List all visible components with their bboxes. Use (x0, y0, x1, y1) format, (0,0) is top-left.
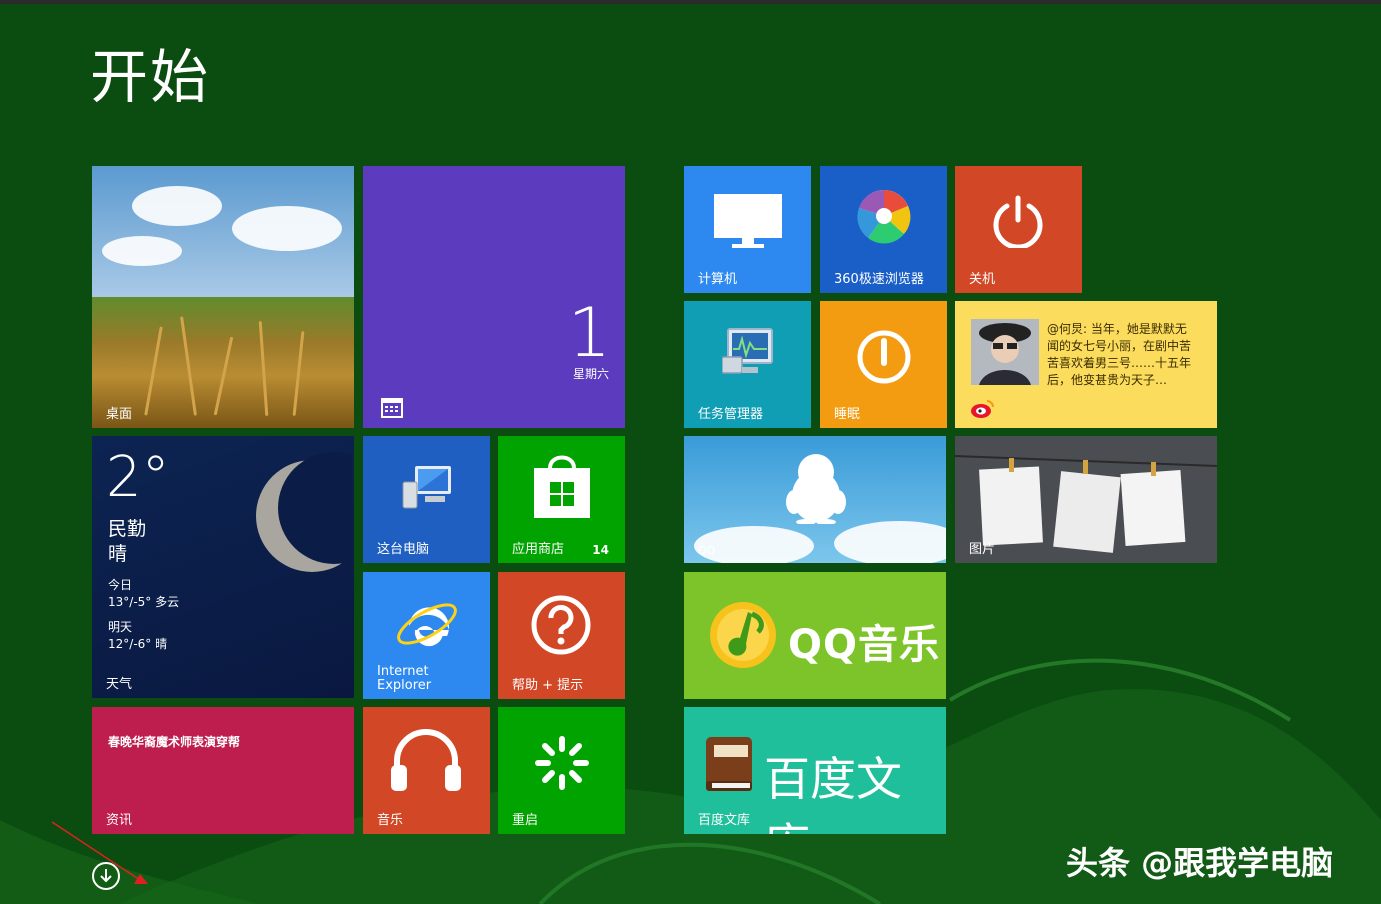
cloud-shape (834, 521, 946, 563)
desktop-label: 桌面 (106, 407, 133, 422)
this-pc-icon (402, 466, 451, 509)
help-label: 帮助 + 提示 (512, 678, 584, 693)
computer-label: 计算机 (698, 272, 738, 287)
task-manager-icon (722, 328, 773, 374)
thispc-label: 这台电脑 (377, 542, 430, 557)
qqmusic-tile[interactable]: QQ音乐 (684, 572, 946, 699)
weather-tomorrow-range: 12°/-6° 晴 (108, 637, 168, 651)
internet-explorer-icon (397, 603, 457, 647)
cloud-shape (232, 206, 342, 251)
weather-tomorrow-label: 明天 (108, 620, 133, 634)
calendar-icon (381, 398, 403, 418)
thispc-tile[interactable]: 这台电脑 (363, 436, 490, 563)
weather-temperature: 2° (106, 445, 170, 510)
weather-today-range: 13°/-5° 多云 (108, 595, 180, 609)
qq-tile[interactable]: QQ (684, 436, 946, 563)
photos-tile[interactable]: 图片 (955, 436, 1217, 563)
taskmanager-tile[interactable]: 任务管理器 (684, 301, 811, 428)
start-title: 开始 (90, 43, 211, 111)
moon-icon (256, 452, 352, 572)
taskmanager-label: 任务管理器 (698, 407, 764, 422)
music-label: 音乐 (377, 813, 404, 828)
weibo-tile[interactable]: @何炅: 当年，她是默默无闻的女七号小丽，在剧中苦苦喜欢着男三号……十五年后，他… (955, 301, 1217, 428)
store-tile[interactable]: 应用商店 14 (498, 436, 625, 563)
restart-tile[interactable]: 重启 (498, 707, 625, 834)
music-tile[interactable]: 音乐 (363, 707, 490, 834)
qq-music-icon (710, 602, 776, 668)
watermark-text: 头条 @跟我学电脑 (1066, 844, 1334, 882)
cloud-shape (132, 186, 222, 226)
sleep-tile[interactable]: 睡眠 (820, 301, 947, 428)
store-update-count: 14 (592, 543, 609, 557)
power-icon (993, 195, 1043, 248)
shutdown-label: 关机 (969, 272, 996, 287)
photos-label: 图片 (969, 542, 996, 557)
avatar (971, 319, 1039, 385)
calendar-weekday: 星期六 (572, 367, 609, 381)
help-tile[interactable]: 帮助 + 提示 (498, 572, 625, 699)
weather-today-label: 今日 (108, 578, 133, 592)
qq-penguin-icon (786, 454, 846, 524)
weather-condition: 晴 (108, 543, 128, 565)
calendar-tile[interactable]: 1 星期六 (363, 166, 625, 428)
qq-label: QQ (698, 544, 716, 557)
store-label: 应用商店 (512, 542, 565, 557)
calendar-date: 1 (567, 294, 611, 373)
ie-label-line1: Internet (377, 664, 429, 679)
news-headline: 春晚华裔魔术师表演穿帮 (108, 735, 241, 749)
headphones-icon (391, 729, 461, 791)
weibo-icon (971, 400, 994, 418)
browser-360-icon (857, 189, 911, 244)
weather-tile[interactable]: 2° 民勤 晴 今日 13°/-5° 多云 明天 12°/-6° 晴 天气 (92, 436, 354, 698)
browser360-tile[interactable]: 360极速浏览器 (820, 166, 947, 293)
ie-label-line2: Explorer (377, 678, 432, 693)
baidu-label: 百度文库 (698, 813, 751, 828)
ie-tile[interactable]: Internet Explorer (363, 572, 490, 699)
sleep-label: 睡眠 (834, 407, 861, 422)
browser360-label: 360极速浏览器 (834, 272, 924, 287)
help-icon (531, 595, 591, 655)
weather-city: 民勤 (108, 518, 147, 540)
annotation-arrow (51, 821, 148, 884)
sleep-icon (857, 330, 911, 384)
baidu-title: 百度文库 (764, 752, 902, 834)
cloud-shape (102, 236, 182, 266)
weibo-post-text: @何炅: 当年，她是默默无闻的女七号小丽，在剧中苦苦喜欢着男三号……十五年后，他… (1047, 322, 1192, 387)
qqmusic-title: QQ音乐 (788, 622, 941, 668)
shutdown-tile[interactable]: 关机 (955, 166, 1082, 293)
store-bag-icon (534, 455, 590, 518)
computer-tile[interactable]: 计算机 (684, 166, 811, 293)
restart-label: 重启 (512, 813, 539, 828)
restart-spinner-icon (535, 736, 589, 790)
monitor-icon (714, 194, 782, 248)
baidu-tile[interactable]: 百度文库 百度文库 (684, 707, 946, 834)
desktop-tile[interactable]: 桌面 (92, 166, 354, 428)
weather-label: 天气 (106, 677, 133, 692)
news-tile[interactable]: 春晚华裔魔术师表演穿帮 资讯 (92, 707, 354, 834)
baidu-wenku-icon (706, 737, 752, 791)
